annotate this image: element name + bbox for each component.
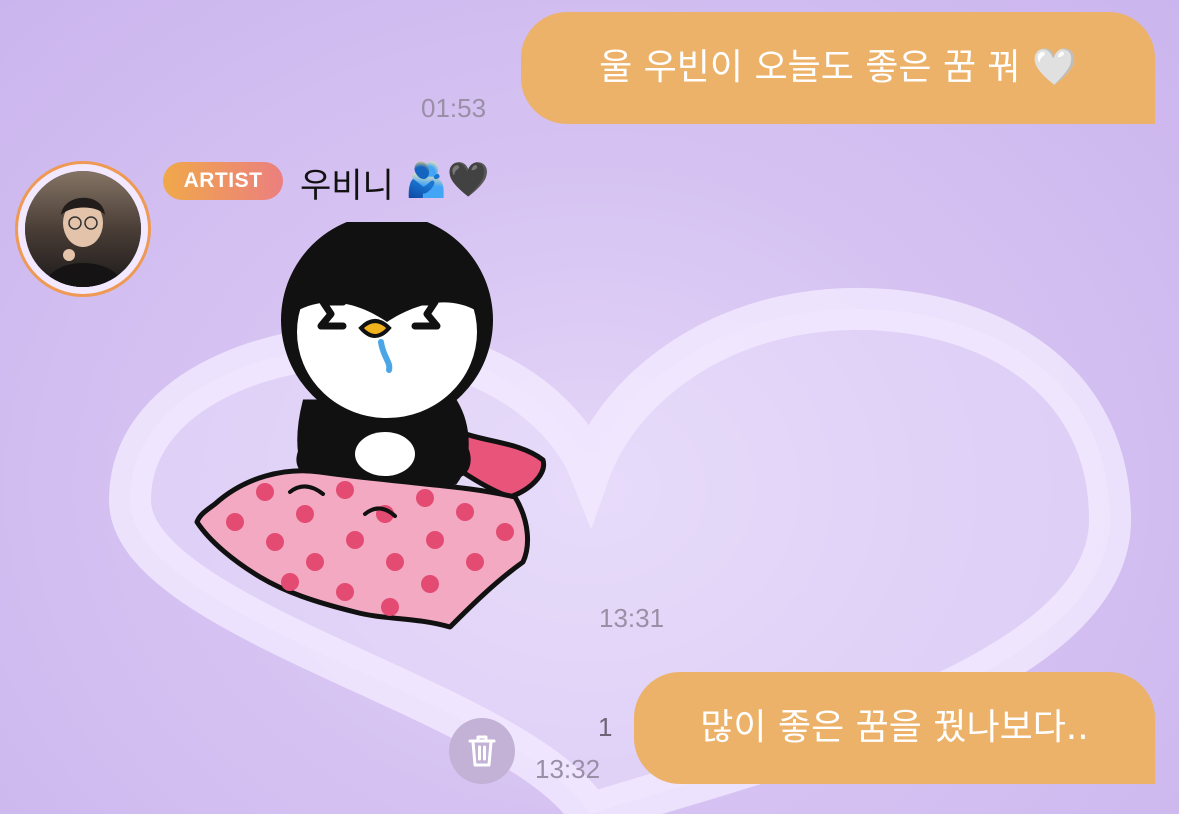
unread-count: 1 [598,712,613,742]
sent-message-bubble[interactable]: 울 우빈이 오늘도 좋은 꿈 꿔 🤍 [521,12,1155,124]
penguin-blanket-sticker[interactable] [185,222,565,632]
artist-avatar[interactable] [15,161,151,297]
sender-emoji: 🫂🖤 [405,160,490,200]
artist-badge: ARTIST [163,162,283,200]
message-timestamp: 13:32 [535,754,601,784]
sent-message-bubble[interactable]: 많이 좋은 꿈을 꿨나보다.. [634,672,1155,784]
message-timestamp: 13:31 [599,603,665,633]
message-text: 많이 좋은 꿈을 꿨나보다.. [700,707,1089,748]
message-text: 울 우빈이 오늘도 좋은 꿈 꿔 🤍 [599,47,1077,88]
delete-button[interactable] [449,718,515,784]
message-timestamp: 01:53 [421,93,487,123]
trash-icon [468,735,496,767]
sender-name: 우비니 [300,166,394,206]
avatar-photo [25,171,141,287]
